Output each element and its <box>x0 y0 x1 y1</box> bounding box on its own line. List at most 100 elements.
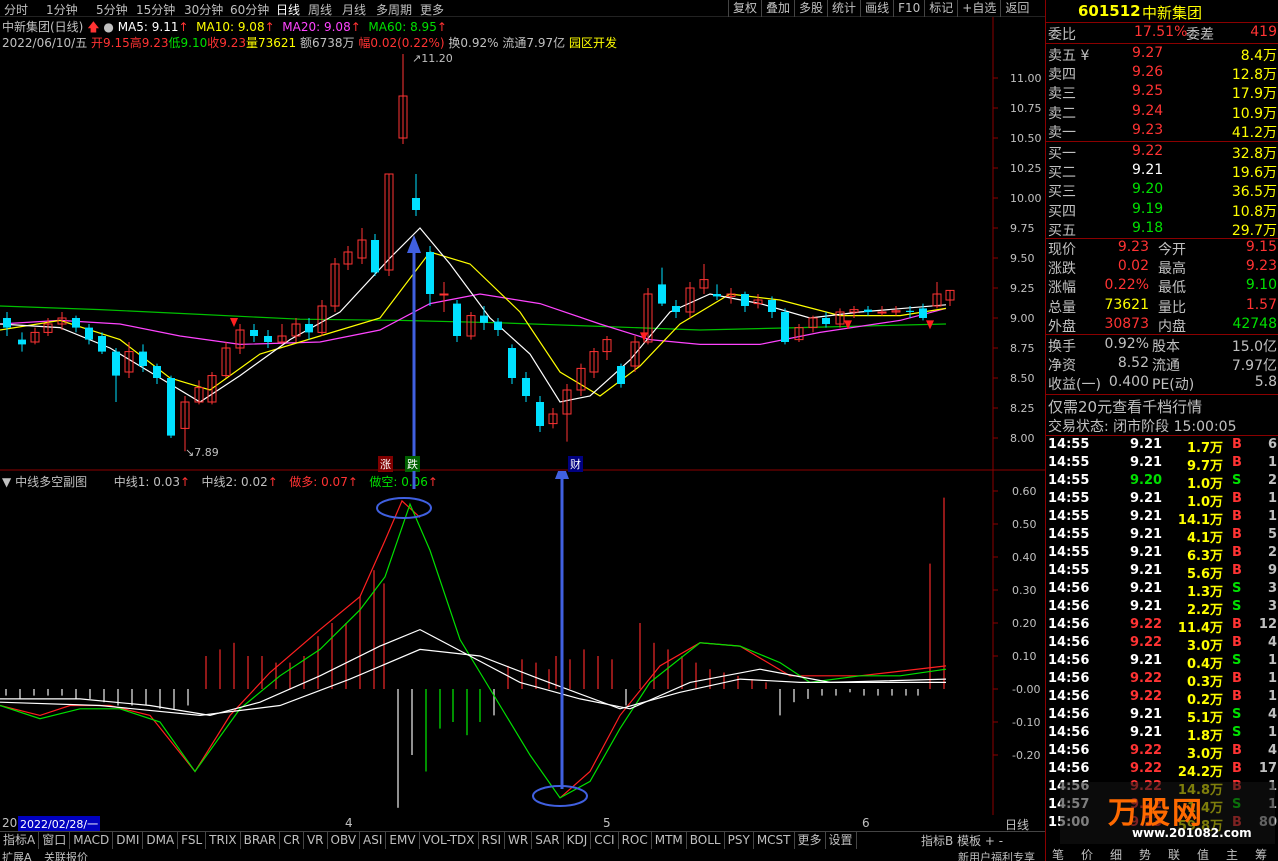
candle[interactable] <box>466 312 476 340</box>
candle[interactable] <box>384 173 394 276</box>
candle[interactable] <box>139 344 147 372</box>
indicator-tab-18[interactable]: CCI <box>591 832 619 849</box>
status-related-quote[interactable]: 关联报价 <box>44 849 88 861</box>
candle[interactable] <box>835 308 845 328</box>
candle[interactable] <box>672 300 680 318</box>
tab-fenshi[interactable]: 分时 <box>4 1 28 18</box>
candle[interactable] <box>30 327 40 345</box>
candle[interactable] <box>371 234 379 276</box>
candle[interactable] <box>932 282 942 309</box>
indicator-tab-4[interactable]: DMA <box>143 832 179 849</box>
tab-15min[interactable]: 15分钟 <box>136 1 175 18</box>
candle[interactable] <box>864 306 872 316</box>
candle[interactable] <box>548 408 558 429</box>
candle[interactable] <box>494 318 502 336</box>
kline-chart[interactable]: 11.00 10.75 10.50 10.25 10.00 9.75 9.50 9.25 9.0… <box>0 17 1045 471</box>
indicator-tab-24[interactable]: 更多 <box>795 832 826 849</box>
indicator-tab-5[interactable]: FSL <box>178 832 207 849</box>
candle[interactable] <box>741 291 749 312</box>
indicator-tab-10[interactable]: OBV <box>328 832 361 849</box>
panel-tab-5[interactable]: 值 <box>1197 846 1209 861</box>
tab-monthly[interactable]: 月线 <box>342 1 366 18</box>
tab-daily[interactable]: 日线 <box>276 1 300 18</box>
indicator-tab-16[interactable]: SAR <box>532 832 564 849</box>
indicator-tab-12[interactable]: EMV <box>386 832 420 849</box>
tab-1min[interactable]: 1分钟 <box>46 1 78 18</box>
candle[interactable] <box>699 264 709 294</box>
indicator-tab-6[interactable]: TRIX <box>206 832 241 849</box>
candle[interactable] <box>167 375 175 438</box>
candle[interactable] <box>522 372 530 402</box>
indicator-tab-1[interactable]: 窗口 <box>39 832 71 849</box>
indicator-tab-11[interactable]: ASI <box>360 832 387 849</box>
candle[interactable] <box>562 384 572 442</box>
candle[interactable] <box>508 344 516 384</box>
indicator-tab-17[interactable]: KDJ <box>564 832 592 849</box>
candle[interactable] <box>794 324 804 342</box>
candle[interactable] <box>726 288 736 304</box>
fuquan-button[interactable]: 复权 <box>728 0 761 17</box>
indicator-tab-8[interactable]: CR <box>280 832 304 849</box>
candle[interactable] <box>685 282 695 318</box>
candle[interactable] <box>439 282 449 312</box>
back-button[interactable]: 返回 <box>1000 0 1033 17</box>
candle[interactable] <box>753 294 763 309</box>
candle[interactable] <box>713 284 721 300</box>
zoom-out-button[interactable]: - <box>999 834 1003 848</box>
tab-30min[interactable]: 30分钟 <box>184 1 223 18</box>
candle[interactable] <box>453 300 461 342</box>
promo-row[interactable]: 仅需20元查看千档行情 <box>1046 396 1278 416</box>
candle[interactable] <box>3 312 11 336</box>
indicator-tab-9[interactable]: VR <box>304 832 328 849</box>
candle[interactable] <box>589 348 599 378</box>
panel-tab-0[interactable]: 笔 <box>1052 846 1064 861</box>
candle[interactable] <box>112 348 120 402</box>
candle[interactable] <box>85 324 93 345</box>
multi-stock-button[interactable]: 多股 <box>794 0 827 17</box>
overlay-button[interactable]: 叠加 <box>761 0 794 17</box>
f10-button[interactable]: F10 <box>893 0 924 17</box>
candle[interactable] <box>658 267 666 306</box>
indicator-tab-20[interactable]: MTM <box>652 832 687 849</box>
candle[interactable] <box>602 336 612 360</box>
add-watchlist-button[interactable]: +自选 <box>957 0 1000 17</box>
candle[interactable] <box>250 324 258 342</box>
candle[interactable] <box>180 396 190 452</box>
candle[interactable] <box>330 258 340 312</box>
candle[interactable] <box>536 396 544 432</box>
tab-60min[interactable]: 60分钟 <box>230 1 269 18</box>
candle[interactable] <box>317 300 327 336</box>
candle[interactable] <box>72 315 80 333</box>
indicator-tab-2[interactable]: MACD <box>70 832 114 849</box>
indicator-tab-14[interactable]: RSI <box>479 832 506 849</box>
indicator-tab-7[interactable]: BRAR <box>241 832 281 849</box>
candle[interactable] <box>98 332 106 354</box>
stats-button[interactable]: 统计 <box>827 0 860 17</box>
candle[interactable] <box>945 289 955 306</box>
candle[interactable] <box>781 308 789 345</box>
template-button[interactable]: 模板 <box>957 834 981 848</box>
candle[interactable] <box>480 306 488 330</box>
status-ext-a[interactable]: 扩展A <box>2 849 32 861</box>
candle[interactable] <box>264 330 272 348</box>
tab-weekly[interactable]: 周线 <box>308 1 332 18</box>
panel-tab-6[interactable]: 主 <box>1226 846 1238 861</box>
tab-more[interactable]: 更多 <box>420 1 444 18</box>
candle[interactable] <box>398 54 408 144</box>
panel-tab-3[interactable]: 势 <box>1139 846 1151 861</box>
candle[interactable] <box>357 228 367 264</box>
panel-tab-1[interactable]: 价 <box>1081 846 1093 861</box>
candle[interactable] <box>277 324 287 345</box>
indicator-tab-13[interactable]: VOL-TDX <box>420 832 479 849</box>
indicator-tab-15[interactable]: WR <box>505 832 533 849</box>
sub-indicator-chart[interactable]: 0.60 0.50 0.40 0.30 0.20 0.10 -0.00 -0.10 -0.20 <box>0 471 1045 815</box>
tab-multi-period[interactable]: 多周期 <box>376 1 412 18</box>
candle[interactable] <box>124 342 134 378</box>
candle[interactable] <box>207 372 217 405</box>
candle[interactable] <box>235 324 245 354</box>
indicator-b-button[interactable]: 指标B <box>921 834 953 848</box>
indicator-tab-25[interactable]: 设置 <box>826 832 857 849</box>
panel-tab-2[interactable]: 细 <box>1110 846 1122 861</box>
candle[interactable] <box>891 306 901 316</box>
tab-5min[interactable]: 5分钟 <box>96 1 128 18</box>
